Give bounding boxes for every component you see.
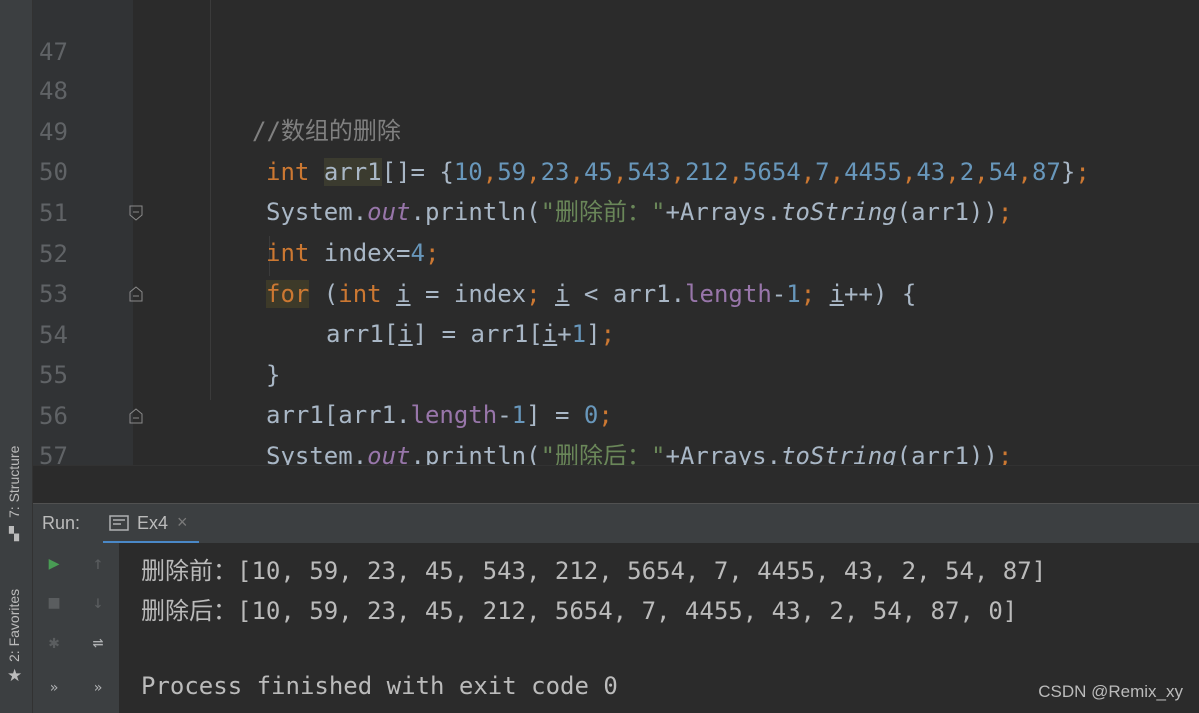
code-line[interactable]: 57 } xyxy=(33,396,1199,465)
run-toolbar: ▶ ↑ ■ ↓ ✱ ⇌ » » xyxy=(33,543,120,713)
code-line[interactable]: 47 xyxy=(33,0,1199,66)
more-actions-button-2[interactable]: » xyxy=(83,673,113,703)
bug-icon: ✱ xyxy=(48,632,60,653)
code-line[interactable]: 51 int index=4; xyxy=(33,153,1199,267)
editor-horizontal-scrollbar[interactable] xyxy=(33,465,1199,504)
favorites-tab[interactable]: 2: Favorites ★ xyxy=(0,570,32,690)
more-actions-button[interactable]: » xyxy=(39,673,69,703)
run-panel-header: Run: Ex4 × xyxy=(33,503,1199,544)
code-line[interactable]: 49 int arr1[]= {10,59,23,45,543,212,5654… xyxy=(33,72,1199,186)
play-icon: ▶ xyxy=(48,553,60,574)
close-icon[interactable]: × xyxy=(177,512,188,533)
code-line[interactable]: 50 System.out.println("删除前："+Arrays.toSt… xyxy=(33,112,1199,226)
console-icon xyxy=(109,515,129,531)
favorites-tab-label: 2: Favorites xyxy=(6,588,22,662)
soft-wrap-icon: ⇌ xyxy=(92,632,104,653)
arrow-down-icon: ↓ xyxy=(92,592,104,613)
soft-wrap-button[interactable]: ⇌ xyxy=(83,628,113,658)
code-line[interactable]: 53 arr1[i] = arr1[i+1]; xyxy=(33,234,1199,348)
code-line[interactable]: 48 //数组的删除 xyxy=(33,31,1199,145)
rerun-button[interactable]: ▶ xyxy=(39,549,69,579)
left-tool-strip: 7: Structure ▚ 2: Favorites ★ xyxy=(0,0,33,713)
code-line[interactable]: 52 for (int i = index; i < arr1.length-1… xyxy=(33,194,1199,308)
code-line[interactable]: 58 } xyxy=(33,437,1199,465)
structure-icon: ▚ xyxy=(9,526,19,541)
debug-button[interactable]: ✱ xyxy=(39,628,69,658)
run-label: Run: xyxy=(42,513,81,533)
chevron-double-right-icon: » xyxy=(49,680,59,696)
code-line[interactable]: 56 System.out.println("删除后："+Arrays.toSt… xyxy=(33,356,1199,465)
code-line[interactable]: 54 } xyxy=(33,275,1199,389)
console-line: 删除后：[10, 59, 23, 45, 212, 5654, 7, 4455,… xyxy=(141,597,1018,625)
chevron-double-right-icon: » xyxy=(93,680,103,696)
structure-tab-label: 7: Structure xyxy=(6,445,22,518)
scroll-up-button[interactable]: ↑ xyxy=(83,549,113,579)
stop-icon: ■ xyxy=(48,592,60,613)
watermark: CSDN @Remix_xy xyxy=(1038,682,1183,701)
run-tab-label: Ex4 xyxy=(137,513,169,533)
console-line: Process finished with exit code 0 xyxy=(141,672,618,700)
scroll-down-button[interactable]: ↓ xyxy=(83,588,113,618)
stop-button[interactable]: ■ xyxy=(39,588,69,618)
arrow-up-icon: ↑ xyxy=(92,553,104,574)
console-line: 删除前：[10, 59, 23, 45, 543, 212, 5654, 7, … xyxy=(141,557,1047,585)
console-output[interactable]: 删除前：[10, 59, 23, 45, 543, 212, 5654, 7, … xyxy=(120,543,1199,713)
code-editor[interactable]: 47 48 //数组的删除 49 int arr1[]= {10,59,23,4… xyxy=(33,0,1199,465)
structure-tab[interactable]: 7: Structure ▚ xyxy=(0,430,32,541)
star-icon: ★ xyxy=(7,666,23,685)
run-tab-ex4[interactable]: Ex4 × xyxy=(103,504,199,544)
code-line[interactable]: 55 arr1[arr1.length-1] = 0; xyxy=(33,315,1199,429)
